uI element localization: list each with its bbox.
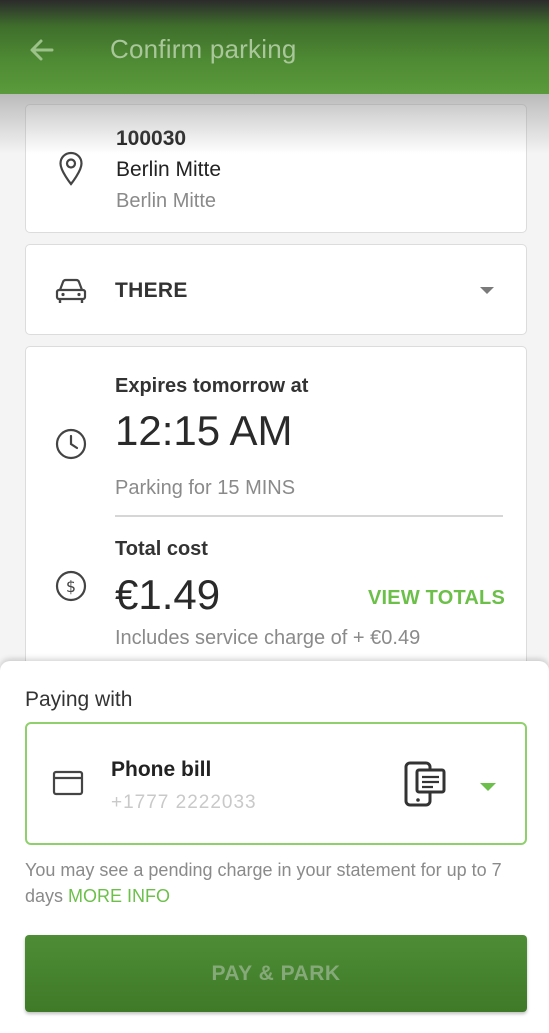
dollar-coin-icon: $: [55, 570, 87, 602]
location-card[interactable]: 100030 Berlin Mitte Berlin Mitte: [25, 104, 527, 233]
page-title: Confirm parking: [110, 34, 297, 64]
total-cost-label: Total cost: [115, 538, 208, 560]
more-info-link[interactable]: MORE INFO: [68, 886, 170, 906]
pending-charge-note: You may see a pending charge in your sta…: [25, 857, 525, 909]
parking-duration: Parking for 15 MINS: [115, 477, 296, 499]
paying-with-label: Paying with: [25, 688, 133, 711]
app-bar: Confirm parking: [0, 0, 549, 94]
car-icon: [55, 278, 87, 303]
pay-and-park-button[interactable]: PAY & PARK: [25, 935, 527, 1012]
payment-method-name: Phone bill: [111, 758, 212, 781]
chevron-down-icon[interactable]: [480, 783, 496, 791]
view-totals-link[interactable]: VIEW TOTALS: [368, 587, 505, 610]
pay-and-park-label: PAY & PARK: [211, 962, 341, 985]
payment-method-selector[interactable]: Phone bill +1777 2222033: [25, 722, 527, 845]
expires-label: Expires tomorrow at: [115, 375, 309, 397]
location-code: 100030: [116, 127, 187, 150]
phone-bill-icon: [404, 761, 446, 807]
location-area: Berlin Mitte: [116, 190, 217, 212]
vehicle-plate: THERE: [115, 279, 188, 302]
vehicle-selector[interactable]: THERE: [25, 244, 527, 335]
svg-text:$: $: [66, 577, 76, 596]
chevron-down-icon[interactable]: [480, 287, 494, 294]
parking-summary-card: Expires tomorrow at 12:15 AM Parking for…: [25, 346, 527, 686]
credit-card-icon: [52, 770, 84, 796]
expires-time: 12:15 AM: [115, 407, 293, 454]
total-cost-value: €1.49: [115, 571, 221, 618]
location-city: Berlin Mitte: [116, 158, 222, 181]
map-pin-icon: [59, 151, 83, 186]
clock-icon: [55, 428, 87, 460]
divider: [115, 515, 503, 517]
payment-sheet: Paying with Phone bill +1777 2222033 You…: [0, 661, 549, 1033]
arrow-left-icon[interactable]: [26, 34, 58, 66]
service-charge-text: Includes service charge of + €0.49: [115, 627, 421, 649]
payment-phone-number: +1777 2222033: [111, 792, 257, 813]
